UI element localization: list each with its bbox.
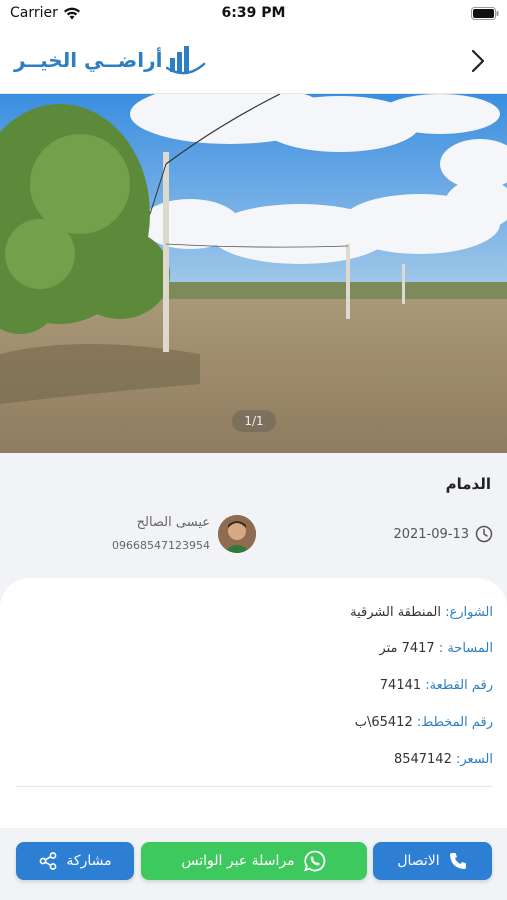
action-bar: الاتصال مراسلة عبر الواتس مشاركة [0,828,507,900]
whatsapp-button-label: مراسلة عبر الواتس [181,853,295,869]
app-header: أراضــي الخيــر [0,30,507,94]
plot-label: رقم القطعة: [425,678,493,693]
share-button[interactable]: مشاركة [16,842,134,880]
agent-info[interactable]: عيسى الصالح 09668547123954 [112,515,256,555]
plot-value: 74141 [379,678,422,693]
street-value: المنطقة الشرقية [350,605,441,620]
logo-text: أراضــي الخيــر [14,48,163,72]
plan-value: 65412\ب [354,715,413,730]
agent-phone: 09668547123954 [112,539,210,552]
detail-price: السعر: 8547142 [394,752,493,767]
status-time: 6:39 PM [221,5,286,21]
detail-area: المساحة : 7417 متر [379,641,493,656]
back-button[interactable] [463,46,493,76]
chevron-right-icon [471,49,485,73]
price-value: 8547142 [393,752,452,767]
battery-icon [471,7,499,20]
agent-name: عيسى الصالح [136,515,210,530]
land-photo[interactable] [0,94,507,453]
whatsapp-icon [303,850,325,872]
call-button-label: الاتصال [397,853,440,869]
price-label: السعر: [456,752,493,767]
app-logo[interactable]: أراضــي الخيــر [14,42,206,78]
whatsapp-button[interactable]: مراسلة عبر الواتس [141,842,367,880]
detail-street: الشوارع: المنطقة الشرقية [350,605,493,620]
area-label: المساحة : [438,641,493,656]
share-button-label: مشاركة [66,853,112,869]
gallery-page-indicator: 1/1 [232,410,276,432]
plan-label: رقم المخطط: [416,715,493,730]
details-card: الشوارع: المنطقة الشرقية المساحة : 7417 … [0,578,507,828]
avatar [218,515,256,553]
listing-city: الدمام [445,475,491,493]
clock-icon [475,525,493,543]
status-bar: Carrier 6:39 PM [0,0,507,30]
details-divider [16,786,493,787]
detail-plan: رقم المخطط: 65412\ب [355,715,493,730]
phone-icon [449,853,466,869]
detail-plot: رقم القطعة: 74141 [380,678,493,693]
call-button[interactable]: الاتصال [373,842,492,880]
listing-date: 2021-09-13 [393,526,469,542]
building-chart-icon [166,46,206,75]
area-value: 7417 متر [379,641,435,656]
share-icon [40,852,57,870]
listing-date-row: 2021-09-13 [393,525,493,543]
land-photo-image [0,94,507,453]
street-label: الشوارع: [445,605,493,620]
listing-summary: الدمام 2021-09-13 عيسى الصالح 0966854712… [0,453,507,593]
